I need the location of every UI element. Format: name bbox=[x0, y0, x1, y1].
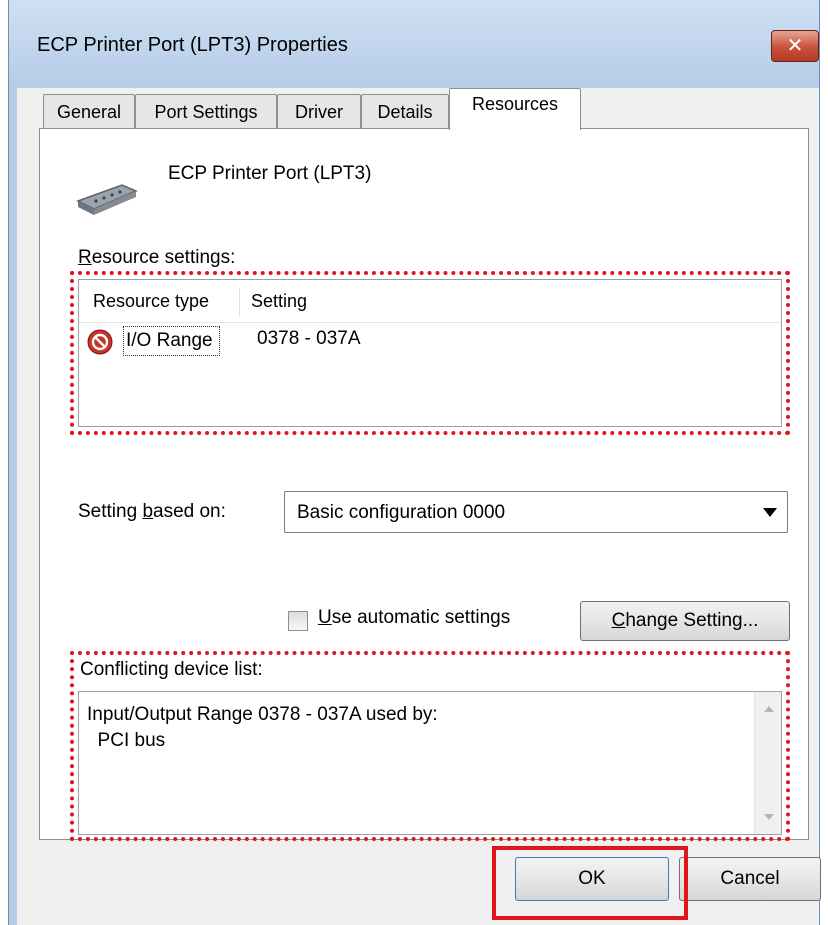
conflict-list-scrollbar[interactable] bbox=[754, 692, 781, 834]
use-automatic-settings-checkbox[interactable] bbox=[288, 611, 308, 631]
change-setting-rest: hange Setting... bbox=[625, 610, 759, 631]
close-button[interactable]: ✕ bbox=[771, 30, 819, 62]
title-bar[interactable]: ECP Printer Port (LPT3) Properties ✕ bbox=[9, 0, 819, 88]
tab-driver[interactable]: Driver bbox=[277, 94, 361, 128]
cancel-button[interactable]: Cancel bbox=[679, 857, 821, 901]
use-automatic-settings-rest: se automatic settings bbox=[331, 607, 511, 628]
use-automatic-settings-label[interactable]: Use automatic settings bbox=[318, 607, 510, 629]
tab-general[interactable]: General bbox=[43, 94, 135, 128]
dialog-window: ECP Printer Port (LPT3) Properties ✕ Gen… bbox=[8, 0, 821, 925]
conflicting-device-list[interactable]: Input/Output Range 0378 - 037A used by: … bbox=[78, 691, 782, 835]
chevron-down-icon[interactable] bbox=[763, 508, 777, 517]
list-header: Resource type Setting bbox=[79, 280, 781, 323]
setting-cell: 0378 - 037A bbox=[257, 328, 361, 349]
setting-based-on-value: Basic configuration 0000 bbox=[297, 502, 506, 523]
change-setting-button[interactable]: Change Setting... bbox=[580, 601, 790, 641]
tab-details[interactable]: Details bbox=[361, 94, 449, 128]
conflict-line: Input/Output Range 0378 - 037A used by: bbox=[87, 704, 438, 725]
conflict-icon bbox=[87, 329, 113, 355]
column-divider[interactable] bbox=[239, 288, 240, 316]
dialog-client-area: General Port Settings Driver Details Res… bbox=[17, 88, 821, 925]
setting-based-on-label-post: ased on: bbox=[153, 501, 226, 522]
tab-resources[interactable]: Resources bbox=[449, 88, 581, 130]
list-item[interactable]: I/O Range 0378 - 037A bbox=[79, 324, 781, 358]
resource-type-cell: I/O Range bbox=[123, 326, 220, 356]
ok-button-highlight bbox=[492, 846, 688, 920]
column-header-setting[interactable]: Setting bbox=[251, 280, 307, 322]
printer-port-icon bbox=[76, 184, 138, 215]
resource-settings-label-accel: R bbox=[78, 247, 92, 268]
conflicting-device-list-label: Conflicting device list: bbox=[80, 659, 263, 680]
change-setting-accel: C bbox=[611, 610, 626, 631]
setting-based-on-dropdown[interactable]: Basic configuration 0000 bbox=[284, 491, 788, 533]
window-title: ECP Printer Port (LPT3) Properties bbox=[37, 34, 348, 56]
device-name: ECP Printer Port (LPT3) bbox=[168, 163, 372, 184]
scroll-down-icon[interactable] bbox=[764, 814, 774, 820]
resource-settings-label-rest: esource settings: bbox=[91, 247, 236, 268]
use-automatic-settings-accel: U bbox=[318, 607, 332, 628]
tab-port-settings[interactable]: Port Settings bbox=[135, 94, 277, 128]
column-header-resource-type[interactable]: Resource type bbox=[93, 280, 209, 322]
resource-settings-list[interactable]: Resource type Setting I/O Range 0378 - 0… bbox=[78, 279, 782, 427]
conflict-line: PCI bus bbox=[87, 730, 166, 751]
setting-based-on-label-accel: b bbox=[142, 501, 154, 522]
scroll-up-icon[interactable] bbox=[764, 706, 774, 712]
setting-based-on-label-pre: Setting bbox=[78, 501, 143, 522]
setting-based-on-label: Setting based on: bbox=[78, 501, 226, 523]
resource-settings-label: Resource settings: bbox=[78, 247, 235, 269]
resources-tab-panel: ECP Printer Port (LPT3) Resource setting… bbox=[39, 128, 809, 841]
